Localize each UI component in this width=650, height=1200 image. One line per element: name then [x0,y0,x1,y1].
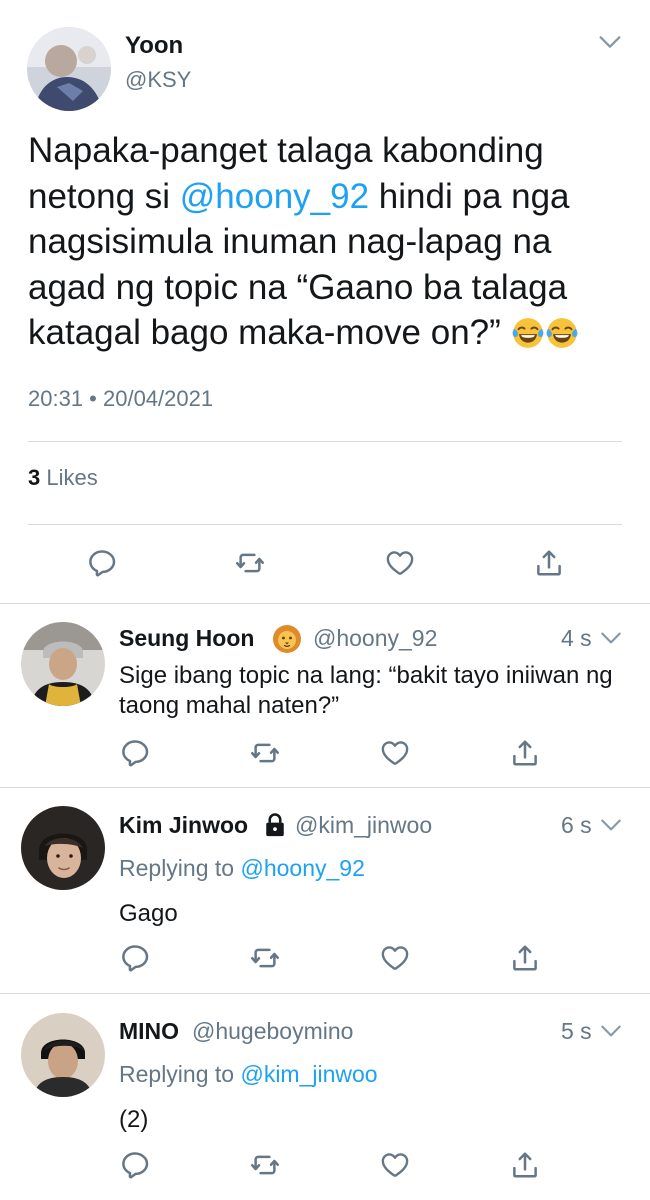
tweet-timestamp: 20:31 • 20/04/2021 [28,386,214,411]
divider [0,603,650,604]
likes-number: 3 [28,465,41,490]
reply-icon[interactable] [120,943,150,973]
retweet-icon[interactable] [250,1150,280,1180]
divider [28,441,622,442]
author-handle[interactable]: @kim_jinwoo [295,812,432,839]
share-icon[interactable] [534,548,564,578]
reply-text: Gago [119,900,178,927]
chevron-down-icon[interactable] [596,28,624,56]
share-icon[interactable] [510,1150,540,1180]
mention-link[interactable]: @hoony_92 [240,855,364,881]
tweet-text: Napaka-panget talaga kabonding netong si… [28,128,638,362]
heart-icon[interactable] [380,738,410,768]
author-handle[interactable]: @hoony_92 [313,625,437,652]
author-handle[interactable]: @KSY [125,67,191,93]
replying-label: Replying to [119,855,235,881]
avatar[interactable] [21,622,105,706]
heart-icon[interactable] [380,943,410,973]
mention-link[interactable]: @hoony_92 [180,177,369,216]
avatar[interactable] [21,1013,105,1097]
lion-emoji-icon [272,624,302,654]
retweet-icon[interactable] [250,943,280,973]
avatar[interactable] [27,27,111,111]
chevron-down-icon[interactable] [598,625,624,651]
tweet-time: 6 s [561,812,592,838]
heart-icon[interactable] [385,548,415,578]
author-name[interactable]: Yoon [125,32,183,60]
reply-icon[interactable] [120,738,150,768]
reply-icon[interactable] [120,1150,150,1180]
heart-icon[interactable] [380,1150,410,1180]
reply-icon[interactable] [87,548,117,578]
tweet-time: 5 s [561,1018,592,1044]
likes-count[interactable]: 3 Likes [28,465,98,491]
author-name[interactable]: Seung Hoon [119,625,254,652]
author-name[interactable]: Kim Jinwoo [119,812,248,839]
replying-to: Replying to @kim_jinwoo [119,1061,378,1088]
share-icon[interactable] [510,943,540,973]
divider [0,787,650,788]
joy-emoji-icon [545,316,579,362]
retweet-icon[interactable] [250,738,280,768]
reply-text: Sige ibang topic na lang: “bakit tayo in… [119,662,613,719]
likes-label: Likes [46,465,98,490]
avatar[interactable] [21,806,105,890]
divider [0,993,650,994]
reply-text: (2) [119,1106,149,1133]
divider [28,524,622,525]
lock-icon [261,811,289,839]
joy-emoji-icon [511,316,545,362]
chevron-down-icon[interactable] [598,1018,624,1044]
retweet-icon[interactable] [235,548,265,578]
replying-to: Replying to @hoony_92 [119,855,365,882]
share-icon[interactable] [510,738,540,768]
mention-link[interactable]: @kim_jinwoo [240,1061,377,1087]
chevron-down-icon[interactable] [598,812,624,838]
author-name[interactable]: MINO [119,1018,179,1045]
replying-label: Replying to [119,1061,235,1087]
tweet-time: 4 s [561,625,592,651]
author-handle[interactable]: @hugeboymino [192,1018,353,1045]
